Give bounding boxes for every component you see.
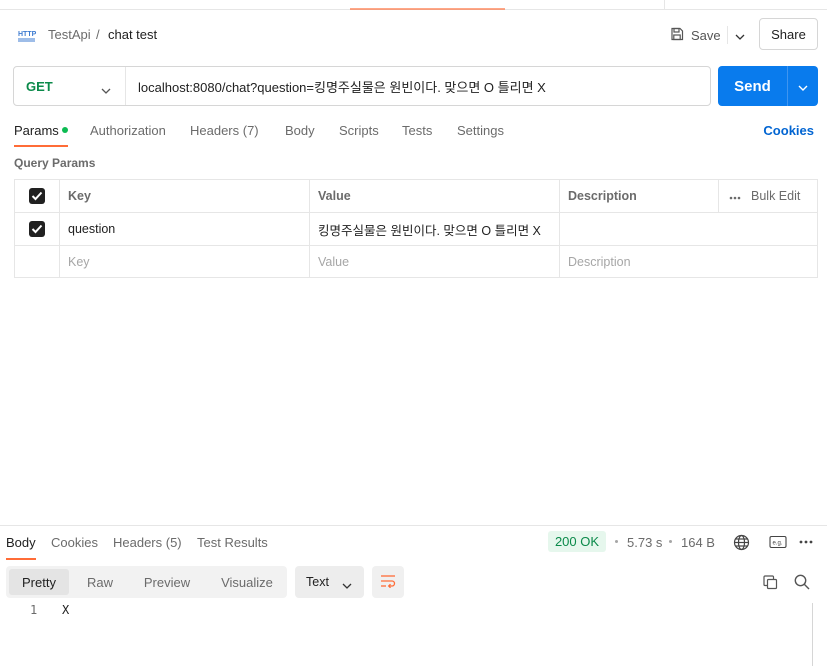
bulk-edit-button[interactable]: Bulk Edit [729, 189, 800, 203]
wrap-lines-button[interactable] [372, 566, 404, 598]
meta-separator [669, 540, 672, 543]
tab-tests[interactable]: Tests [402, 123, 432, 138]
response-view-selector: Pretty Raw Preview Visualize [6, 566, 287, 598]
globe-icon[interactable] [731, 532, 751, 552]
response-tab-cookies[interactable]: Cookies [51, 535, 98, 550]
view-pretty-button[interactable]: Pretty [9, 569, 69, 595]
new-value-input[interactable]: Value [310, 246, 560, 278]
select-all-checkbox[interactable] [29, 188, 45, 204]
more-options-icon[interactable] [796, 532, 816, 552]
save-dropdown-button[interactable] [729, 24, 751, 46]
send-dropdown-button[interactable] [788, 66, 818, 106]
empty-checkbox-cell [15, 246, 60, 278]
new-key-input[interactable]: Key [60, 246, 310, 278]
format-select[interactable]: Text [295, 566, 364, 598]
tab-params-label: Params [14, 123, 59, 138]
method-label: GET [26, 78, 53, 94]
breadcrumb-separator: / [96, 27, 100, 42]
view-raw-button[interactable]: Raw [74, 569, 126, 595]
column-header-description: Description [560, 180, 719, 212]
share-button[interactable]: Share [759, 18, 818, 50]
table-header-row: Key Value Description Bulk Edit [15, 180, 817, 213]
tab-scripts[interactable]: Scripts [339, 123, 379, 138]
param-enabled-checkbox[interactable] [29, 221, 45, 237]
new-description-input[interactable]: Description [560, 246, 817, 278]
meta-separator [615, 540, 618, 543]
tab-body[interactable]: Body [285, 123, 315, 138]
save-example-icon[interactable]: e.g. [768, 532, 788, 552]
table-row-empty: Key Value Description [15, 246, 817, 279]
request-header: HTTP TestApi / chat test Save Share [0, 12, 827, 56]
param-key-input[interactable]: question [60, 213, 310, 245]
breadcrumb-current[interactable]: chat test [108, 27, 157, 42]
view-visualize-button[interactable]: Visualize [210, 569, 284, 595]
save-button[interactable]: Save [662, 20, 726, 50]
response-tab-test-results[interactable]: Test Results [197, 535, 268, 550]
svg-text:HTTP: HTTP [18, 31, 37, 38]
cookies-link[interactable]: Cookies [763, 123, 814, 138]
top-tab-strip [0, 0, 827, 10]
request-tabs: Params Authorization Headers (7) Body Sc… [0, 116, 827, 147]
response-tab-headers[interactable]: Headers (5) [113, 535, 182, 550]
method-select[interactable]: GET [14, 67, 126, 105]
column-header-key: Key [60, 180, 310, 212]
view-preview-button[interactable]: Preview [132, 569, 202, 595]
bulk-edit-cell: Bulk Edit [719, 180, 817, 212]
response-divider[interactable] [0, 525, 827, 526]
params-active-dot [61, 127, 68, 133]
row-checkbox-cell [15, 213, 60, 245]
send-button[interactable]: Send [718, 66, 787, 106]
active-tab-indicator [350, 8, 505, 10]
chevron-down-icon [101, 82, 111, 97]
response-tab-body[interactable]: Body [6, 535, 36, 560]
column-header-value: Value [310, 180, 560, 212]
query-params-title: Query Params [14, 156, 96, 170]
save-icon [670, 27, 684, 44]
save-label: Save [691, 27, 721, 43]
tab-settings[interactable]: Settings [457, 123, 504, 138]
query-params-table: Key Value Description Bulk Edit question… [14, 179, 818, 278]
search-icon[interactable] [792, 572, 812, 592]
svg-text:e.g.: e.g. [773, 541, 783, 547]
chevron-down-icon [342, 578, 352, 592]
http-icon: HTTP [17, 27, 37, 43]
tab-params[interactable]: Params [14, 123, 68, 147]
line-content[interactable]: X [62, 603, 69, 617]
header-checkbox-cell [15, 180, 60, 212]
response-size[interactable]: 164 B [681, 535, 715, 550]
copy-icon[interactable] [760, 572, 780, 592]
wrap-lines-icon [380, 574, 396, 591]
tab-authorization[interactable]: Authorization [90, 123, 166, 138]
table-row: question 킹명주실물은 원빈이다. 맞으면 O 틀리면 X [15, 213, 817, 246]
line-number: 1 [30, 603, 38, 617]
more-horizontal-icon [729, 189, 741, 203]
status-badge[interactable]: 200 OK [548, 531, 606, 552]
chevron-down-icon [798, 79, 808, 94]
response-scrollbar[interactable] [812, 603, 813, 666]
format-label: Text [306, 575, 329, 589]
param-value-input[interactable]: 킹명주실물은 원빈이다. 맞으면 O 틀리면 X [310, 213, 560, 245]
url-input[interactable]: localhost:8080/chat?question=킹명주실물은 원빈이다… [126, 67, 710, 105]
param-description-input[interactable] [560, 213, 817, 245]
chevron-down-icon [735, 28, 745, 43]
bulk-edit-label: Bulk Edit [751, 189, 801, 203]
save-divider [727, 26, 728, 44]
response-time[interactable]: 5.73 s [627, 535, 662, 550]
tab-headers[interactable]: Headers (7) [190, 123, 259, 138]
send-group: Send [718, 66, 818, 106]
breadcrumb-parent[interactable]: TestApi [48, 27, 91, 42]
tab-strip-divider [664, 0, 665, 10]
url-bar: GET localhost:8080/chat?question=킹명주실물은 … [13, 66, 711, 106]
